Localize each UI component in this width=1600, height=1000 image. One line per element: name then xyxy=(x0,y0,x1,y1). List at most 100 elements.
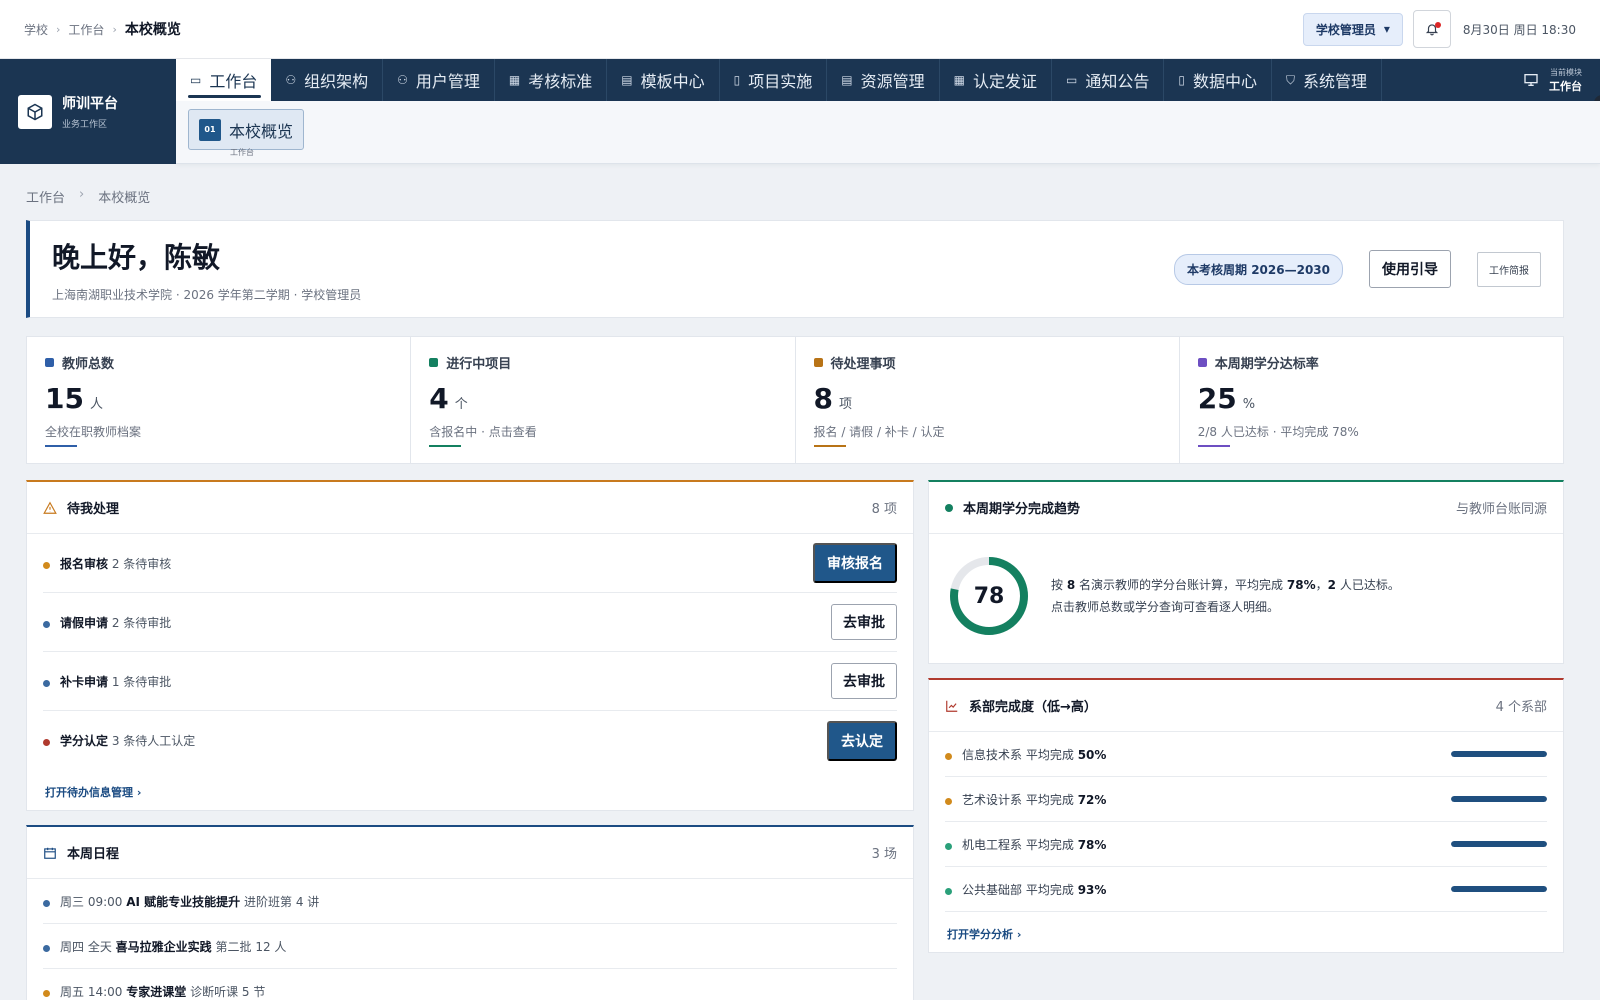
schedule-row[interactable]: 周五 14:00 专家进课堂 诊断听课 5 节 xyxy=(43,969,897,1000)
dept-progress-fill xyxy=(1451,841,1547,847)
brand-subtitle: 业务工作区 xyxy=(62,120,108,130)
schedule-row[interactable]: 周四 全天 喜马拉雅企业实践 第二批 12 人 xyxy=(43,924,897,969)
nav-item-6[interactable]: ▯ 项目实施 xyxy=(720,59,828,101)
todo-label: 请假申请 2 条待审批 xyxy=(60,615,172,630)
dept-row[interactable]: 信息技术系 平均完成 50% xyxy=(945,732,1547,777)
dept-row[interactable]: 艺术设计系 平均完成 72% xyxy=(945,777,1547,822)
stat-description: 全校在职教师档案 xyxy=(45,425,142,439)
nav-item-1[interactable]: ▭ 工作台 xyxy=(176,59,272,101)
status-dot xyxy=(43,620,50,628)
todo-row: 请假申请 2 条待审批 去审批 xyxy=(43,593,897,652)
nav-item-label: 认定发证 xyxy=(972,72,1037,91)
stat-value: 25 xyxy=(1197,382,1237,415)
stat-label: 教师总数 xyxy=(62,357,115,372)
top-header: 学校 › 工作台 › 本校概览 学校管理员 ▾ 8月30日 周日 18:30 xyxy=(0,0,1600,59)
stat-card[interactable]: 教师总数 15 人全校在职教师档案 xyxy=(27,337,412,463)
todo-action-button[interactable]: 去审批 xyxy=(831,663,897,699)
datetime: 8月30日 周日 18:30 xyxy=(1462,22,1576,37)
schedule-row[interactable]: 周三 09:00 AI 赋能专业技能提升 进阶班第 4 讲 xyxy=(43,879,897,924)
todo-label: 学分认定 3 条待人工认定 xyxy=(60,734,196,748)
stat-unit: 个 xyxy=(454,397,468,412)
dept-row[interactable]: 公共基础部 平均完成 93% xyxy=(945,867,1547,912)
nav-item-label: 用户管理 xyxy=(415,72,480,91)
dept-row[interactable]: 机电工程系 平均完成 78% xyxy=(945,822,1547,867)
doc-icon: ▯ xyxy=(1178,73,1185,87)
status-dot xyxy=(43,989,50,997)
dept-text: 艺术设计系 平均完成 72% xyxy=(962,792,1107,807)
report-button[interactable]: 工作简报 xyxy=(1477,251,1541,287)
nav-item-11[interactable]: ⛉ 系统管理 xyxy=(1272,59,1382,101)
stat-label: 待处理事项 xyxy=(830,357,896,372)
todo-action-button[interactable]: 审核报名 xyxy=(813,543,897,583)
nav-item-2[interactable]: ⚇ 组织架构 xyxy=(271,59,384,101)
shield-icon: ⛉ xyxy=(1285,72,1295,87)
brand-logo-icon xyxy=(18,94,52,129)
dept-count: 4 个系部 xyxy=(1495,700,1547,715)
dept-progress-fill xyxy=(1451,751,1547,757)
nav-item-label: 数据中心 xyxy=(1192,72,1257,91)
stat-accent-bar xyxy=(45,445,77,447)
breadcrumb-item-workbench[interactable]: 工作台 xyxy=(68,21,104,38)
trend-card: 本周期学分完成趋势 与教师台账同源 78 按 8 名演示教师的学分台账计算，平均… xyxy=(928,480,1564,664)
main-nav: ▭ 工作台 ⚇ 组织架构 ⚇ 用户管理 ▦ 考核标准 ▤ 模板中心 ▯ 项目实施 ▤ 资源管理 ▦ 认定发证 ▭… xyxy=(176,59,1600,145)
nav-item-8[interactable]: ▦ 认定发证 xyxy=(940,59,1052,101)
subtab-school-overview[interactable]: 01 本校概览 xyxy=(188,109,305,150)
todo-row: 补卡申请 1 条待审批 去审批 xyxy=(43,652,897,711)
status-dot xyxy=(43,679,50,687)
trend-description: 按 8 名演示教师的学分台账计算，平均完成 78%，2 人已达标。 点击教师总数… xyxy=(1051,578,1400,614)
schedule-list: 周三 09:00 AI 赋能专业技能提升 进阶班第 4 讲周四 全天 喜马拉雅企… xyxy=(27,879,913,1000)
open-credit-analysis-link[interactable]: 打开学分分析 › xyxy=(947,928,1021,941)
dept-progress-fill xyxy=(1451,886,1547,892)
notification-button[interactable] xyxy=(1412,10,1451,48)
breadcrumb-item-school[interactable]: 学校 xyxy=(24,21,48,38)
nav-item-10[interactable]: ▯ 数据中心 xyxy=(1164,59,1272,101)
guide-button[interactable]: 使用引导 xyxy=(1369,250,1451,288)
nav-item-9[interactable]: ▭ 通知公告 xyxy=(1052,59,1165,101)
nav-item-label: 模板中心 xyxy=(640,72,705,91)
nav-item-4[interactable]: ▦ 考核标准 xyxy=(495,59,608,101)
todo-action-button[interactable]: 去审批 xyxy=(831,604,897,640)
sub-nav: 01 本校概览 工作台 xyxy=(176,101,1600,164)
page-breadcrumb-current: 本校概览 xyxy=(98,191,151,206)
page-breadcrumb-workbench[interactable]: 工作台 xyxy=(26,187,65,206)
role-switcher-button[interactable]: 学校管理员 ▾ xyxy=(1302,12,1403,46)
breadcrumb-current: 本校概览 xyxy=(124,22,181,38)
nav-item-label: 通知公告 xyxy=(1085,72,1150,91)
todo-row: 学分认定 3 条待人工认定 去认定 xyxy=(43,711,897,770)
brand-block[interactable]: 师训平台 业务工作区 xyxy=(0,59,176,164)
stat-card[interactable]: 进行中项目 4 个含报名中 · 点击查看 xyxy=(411,337,796,463)
open-todo-link[interactable]: 打开待办信息管理 › xyxy=(45,786,141,799)
stat-unit: 项 xyxy=(838,397,852,412)
doc-icon: ▯ xyxy=(733,73,741,87)
stat-value: 8 xyxy=(813,382,833,415)
nav-item-7[interactable]: ▤ 资源管理 xyxy=(827,59,940,101)
dept-card: 系部完成度（低→高） 4 个系部 信息技术系 平均完成 50% 艺术设计系 平均完… xyxy=(928,678,1564,953)
todo-action-button[interactable]: 去认定 xyxy=(827,720,897,761)
breadcrumb-separator: › xyxy=(56,22,61,36)
status-dot xyxy=(945,887,952,895)
stat-color-marker xyxy=(429,358,439,367)
todo-card: 待我处理 8 项 报名审核 2 条待审核 审核报名 请假申请 2 条待审批 去审批 补卡… xyxy=(26,480,914,811)
dept-text: 机电工程系 平均完成 78% xyxy=(962,837,1107,852)
subtab-number: 01 xyxy=(199,118,221,141)
status-dot xyxy=(945,797,952,805)
completion-value: 78 xyxy=(973,583,1005,609)
nav-item-label: 组织架构 xyxy=(304,72,369,91)
monitor-icon xyxy=(1524,74,1538,86)
stat-description: 报名 / 请假 / 补卡 / 认定 xyxy=(813,425,945,439)
dept-list: 信息技术系 平均完成 50% 艺术设计系 平均完成 72% 机电工程系 平均完成 7… xyxy=(929,732,1563,912)
stat-value: 15 xyxy=(45,382,84,415)
todo-label: 报名审核 2 条待审核 xyxy=(60,556,172,571)
nav-item-label: 考核标准 xyxy=(528,72,593,91)
schedule-card: 本周日程 3 场 周三 09:00 AI 赋能专业技能提升 进阶班第 4 讲周四… xyxy=(26,825,914,1000)
stats-strip: 教师总数 15 人全校在职教师档案 进行中项目 4 个含报名中 · 点击查看 待处理事项 8 项… xyxy=(26,336,1564,464)
nav-item-5[interactable]: ▤ 模板中心 xyxy=(607,59,720,101)
nav-item-3[interactable]: ⚇ 用户管理 xyxy=(383,59,495,101)
status-dot xyxy=(945,752,952,760)
breadcrumb-separator: › xyxy=(79,187,85,202)
dept-progress-bar xyxy=(1451,886,1547,892)
stat-card[interactable]: 本周期学分达标率 25% 2/8 人已达标 · 平均完成 78% xyxy=(1180,337,1563,463)
stat-card[interactable]: 待处理事项 8 项报名 / 请假 / 补卡 / 认定 xyxy=(796,337,1180,463)
stat-unit: 人 xyxy=(89,397,103,412)
dept-progress-bar xyxy=(1451,796,1547,802)
